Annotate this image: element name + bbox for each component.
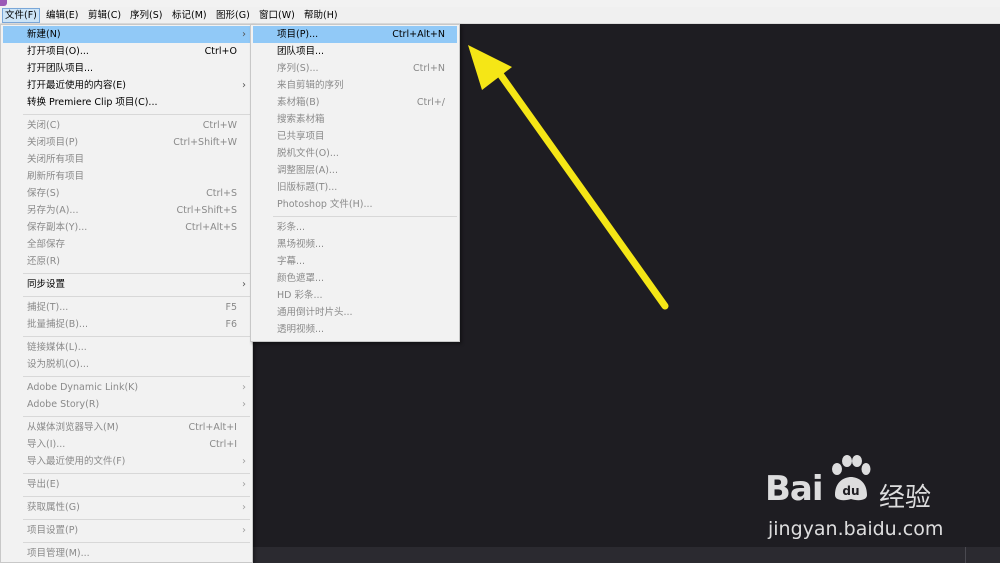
menu-separator	[23, 416, 250, 417]
submenu-item-legacy-title[interactable]: 旧版标题(T)...	[253, 179, 457, 196]
menu-item-sync-settings[interactable]: 同步设置 ›	[3, 276, 250, 293]
menu-item-link-media[interactable]: 链接媒体(L)...	[3, 339, 250, 356]
menu-clip[interactable]: 剪辑(C)	[86, 8, 123, 23]
submenu-item-search-bin[interactable]: 搜索素材箱	[253, 111, 457, 128]
menu-item-capture[interactable]: 捕捉(T)... F5	[3, 299, 250, 316]
menu-item-export[interactable]: 导出(E) ›	[3, 476, 250, 493]
submenu-item-sequence[interactable]: 序列(S)... Ctrl+N	[253, 60, 457, 77]
bottom-panel-bar	[253, 547, 1000, 563]
menu-separator	[23, 376, 250, 377]
menu-item-close[interactable]: 关闭(C) Ctrl+W	[3, 117, 250, 134]
menu-item-project-settings[interactable]: 项目设置(P) ›	[3, 522, 250, 539]
svg-text:du: du	[842, 484, 859, 498]
chevron-right-icon: ›	[242, 382, 246, 393]
chevron-right-icon: ›	[242, 502, 246, 513]
menu-item-open-team-project[interactable]: 打开团队项目...	[3, 60, 250, 77]
menu-separator	[23, 542, 250, 543]
menu-item-open-project[interactable]: 打开项目(O)... Ctrl+O	[3, 43, 250, 60]
menu-separator	[23, 473, 250, 474]
submenu-item-photoshop-file[interactable]: Photoshop 文件(H)...	[253, 196, 457, 213]
chevron-right-icon: ›	[242, 456, 246, 467]
menu-item-save-as[interactable]: 另存为(A)... Ctrl+Shift+S	[3, 202, 250, 219]
menu-window[interactable]: 窗口(W)	[257, 8, 297, 23]
menu-sequence[interactable]: 序列(S)	[128, 8, 164, 23]
menu-item-batch-capture[interactable]: 批量捕捉(B)... F6	[3, 316, 250, 333]
chevron-right-icon: ›	[242, 80, 246, 91]
app-logo-icon	[0, 0, 7, 6]
menu-item-import-recent[interactable]: 导入最近使用的文件(F) ›	[3, 453, 250, 470]
submenu-item-captions[interactable]: 字幕...	[253, 253, 457, 270]
menu-bar: 文件(F) 编辑(E) 剪辑(C) 序列(S) 标记(M) 图形(G) 窗口(W…	[0, 7, 1000, 24]
menu-separator	[23, 336, 250, 337]
submenu-item-bin[interactable]: 素材箱(B) Ctrl+/	[253, 94, 457, 111]
submenu-item-adjustment-layer[interactable]: 调整图层(A)...	[253, 162, 457, 179]
menu-help[interactable]: 帮助(H)	[302, 8, 340, 23]
watermark: Bai du 经验 jingyan.baidu.com	[765, 455, 965, 545]
menu-item-adobe-story[interactable]: Adobe Story(R) ›	[3, 396, 250, 413]
menu-edit[interactable]: 编辑(E)	[44, 8, 80, 23]
submenu-item-offline-file[interactable]: 脱机文件(O)...	[253, 145, 457, 162]
chevron-right-icon: ›	[242, 279, 246, 290]
menu-item-revert[interactable]: 还原(R)	[3, 253, 250, 270]
submenu-item-project[interactable]: 项目(P)... Ctrl+Alt+N	[253, 26, 457, 43]
menu-item-save[interactable]: 保存(S) Ctrl+S	[3, 185, 250, 202]
menu-item-get-properties[interactable]: 获取属性(G) ›	[3, 499, 250, 516]
submenu-item-shared-project[interactable]: 已共享项目	[253, 128, 457, 145]
menu-separator	[23, 496, 250, 497]
watermark-brand: Bai	[765, 469, 824, 509]
menu-item-project-manager[interactable]: 项目管理(M)...	[3, 545, 250, 562]
new-submenu: 项目(P)... Ctrl+Alt+N 团队项目... 序列(S)... Ctrl+…	[250, 24, 460, 342]
menu-item-make-offline[interactable]: 设为脱机(O)...	[3, 356, 250, 373]
file-menu: 新建(N) › 打开项目(O)... Ctrl+O 打开团队项目... 打开最近使用…	[0, 24, 253, 563]
submenu-item-countdown-leader[interactable]: 通用倒计时片头...	[253, 304, 457, 321]
submenu-item-bars-and-tone[interactable]: 彩条...	[253, 219, 457, 236]
submenu-item-team-project[interactable]: 团队项目...	[253, 43, 457, 60]
menu-graphics[interactable]: 图形(G)	[214, 8, 252, 23]
menu-file[interactable]: 文件(F)	[2, 8, 40, 23]
menu-item-import-from-browser[interactable]: 从媒体浏览器导入(M) Ctrl+Alt+I	[3, 419, 250, 436]
menu-separator	[23, 114, 250, 115]
menu-item-refresh-all[interactable]: 刷新所有项目	[3, 168, 250, 185]
submenu-item-sequence-from-clip[interactable]: 来自剪辑的序列	[253, 77, 457, 94]
menu-item-save-all[interactable]: 全部保存	[3, 236, 250, 253]
watermark-cn: 经验	[879, 483, 932, 513]
menu-item-convert-clip[interactable]: 转换 Premiere Clip 项目(C)...	[3, 94, 250, 111]
menu-separator	[23, 519, 250, 520]
menu-item-save-copy[interactable]: 保存副本(Y)... Ctrl+Alt+S	[3, 219, 250, 236]
menu-item-open-recent[interactable]: 打开最近使用的内容(E) ›	[3, 77, 250, 94]
menu-separator	[273, 216, 457, 217]
chevron-right-icon: ›	[242, 399, 246, 410]
menu-markers[interactable]: 标记(M)	[170, 8, 209, 23]
menu-item-close-all[interactable]: 关闭所有项目	[3, 151, 250, 168]
paw-icon: du	[832, 455, 871, 501]
menu-item-close-project[interactable]: 关闭项目(P) Ctrl+Shift+W	[3, 134, 250, 151]
menu-item-dynamic-link[interactable]: Adobe Dynamic Link(K) ›	[3, 379, 250, 396]
menu-separator	[23, 273, 250, 274]
chevron-right-icon: ›	[242, 29, 246, 40]
submenu-item-transparent-video[interactable]: 透明视频...	[253, 321, 457, 338]
chevron-right-icon: ›	[242, 525, 246, 536]
submenu-item-color-matte[interactable]: 颜色遮罩...	[253, 270, 457, 287]
menu-item-import[interactable]: 导入(I)... Ctrl+I	[3, 436, 250, 453]
menu-separator	[23, 296, 250, 297]
title-strip	[0, 0, 1000, 7]
submenu-item-black-video[interactable]: 黑场视频...	[253, 236, 457, 253]
chevron-right-icon: ›	[242, 479, 246, 490]
menu-item-new[interactable]: 新建(N) ›	[3, 26, 250, 43]
watermark-url: jingyan.baidu.com	[768, 518, 944, 540]
submenu-item-hd-bars[interactable]: HD 彩条...	[253, 287, 457, 304]
